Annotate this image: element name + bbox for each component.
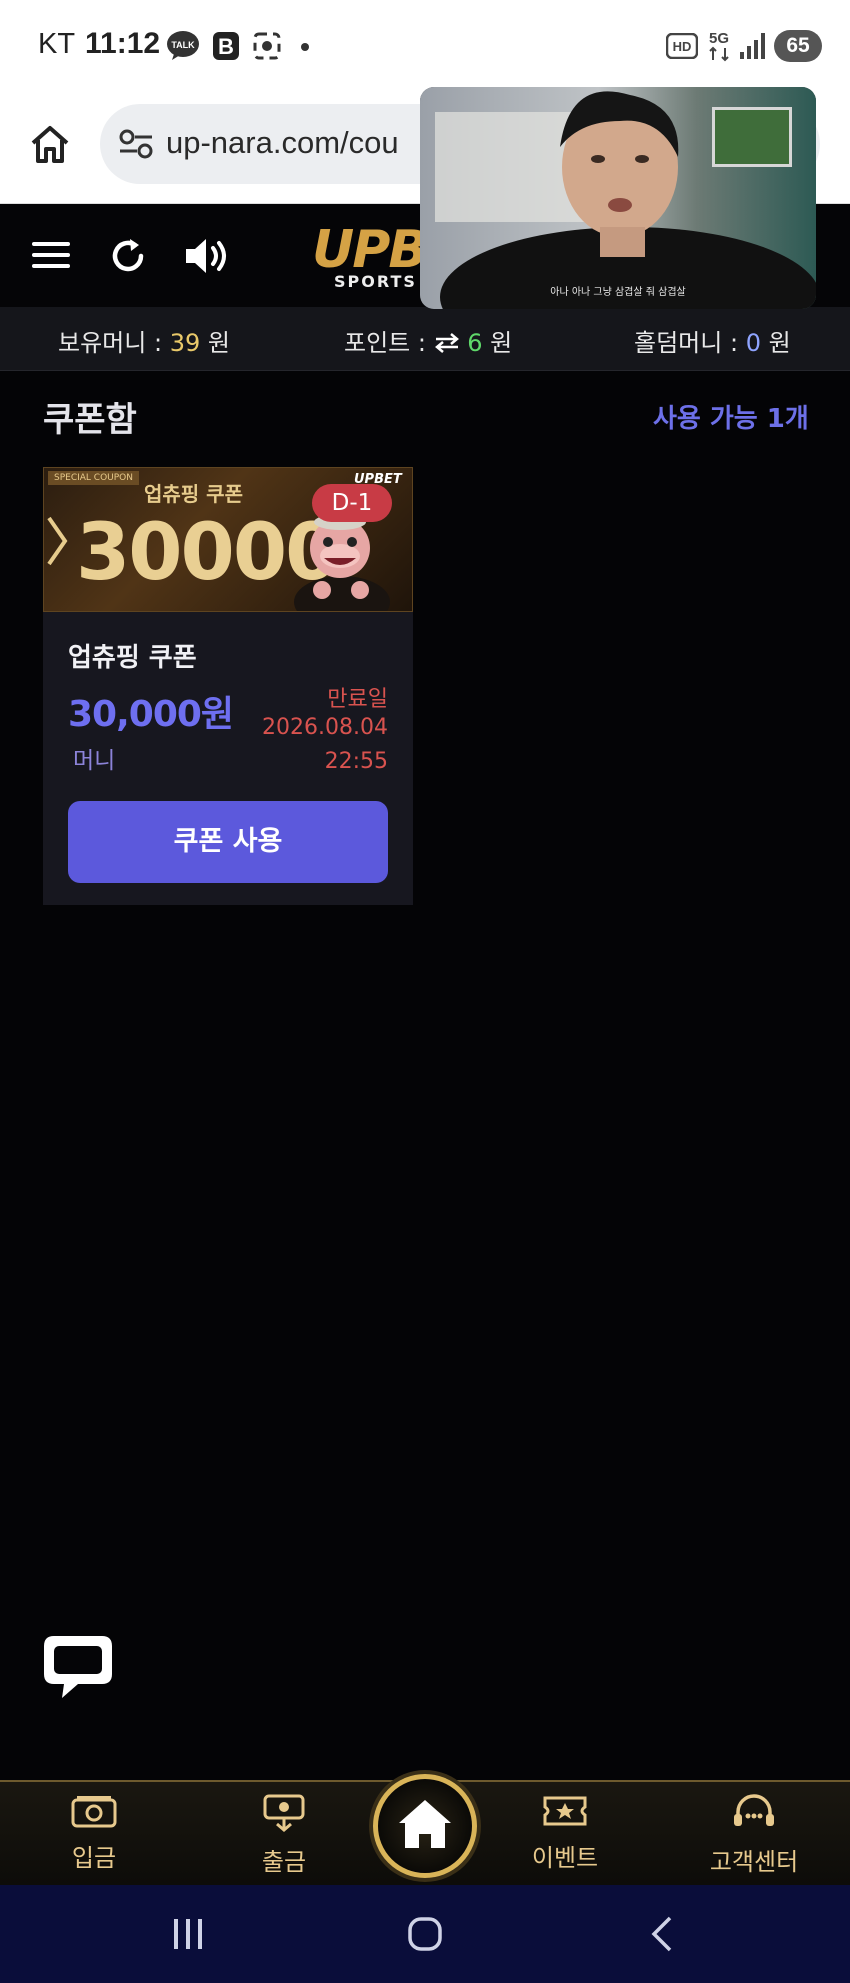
- points-value: 6: [467, 329, 483, 357]
- sound-icon[interactable]: [184, 234, 236, 278]
- holdem-value: 0: [745, 329, 761, 357]
- use-coupon-button[interactable]: 쿠폰 사용: [68, 801, 388, 883]
- android-home-icon[interactable]: [406, 1915, 444, 1953]
- balance-bar: 보유머니 : 39 원 포인트 : 6 원 홀덤머니 : 0 원: [0, 307, 850, 371]
- expiry-time: 22:55: [324, 749, 388, 774]
- chat-icon[interactable]: [40, 1632, 116, 1704]
- coupon-name: 업츄핑 쿠폰: [68, 643, 197, 673]
- nav-event[interactable]: 이벤트: [505, 1794, 625, 1873]
- refresh-icon[interactable]: [108, 236, 148, 276]
- banner-title: 업츄핑 쿠폰: [144, 482, 243, 506]
- chevron-right-icon: [47, 516, 68, 566]
- nav-deposit[interactable]: 입금: [34, 1794, 154, 1873]
- banner-tag: SPECIAL COUPON: [48, 471, 139, 485]
- site-logo[interactable]: UPB: [312, 220, 428, 280]
- points-balance[interactable]: 포인트 : 6 원: [344, 323, 512, 358]
- recent-apps-icon[interactable]: [170, 1915, 206, 1951]
- withdraw-icon: [263, 1794, 305, 1832]
- svg-text:TALK: TALK: [171, 40, 195, 50]
- carrier-label: KT: [38, 28, 76, 60]
- page-title: 쿠폰함: [43, 400, 137, 440]
- home-icon: [399, 1800, 451, 1848]
- video-subtitle: 아나 아나 그냥 삼겹살 줘 삼겹살: [550, 287, 686, 298]
- nav-deposit-label: 입금: [71, 1844, 117, 1872]
- support-headset-icon: [734, 1794, 774, 1826]
- menu-icon[interactable]: [32, 240, 72, 272]
- nav-home-button[interactable]: [373, 1774, 477, 1878]
- nav-event-label: 이벤트: [531, 1844, 599, 1872]
- svg-text:5G: 5G: [709, 30, 729, 47]
- money-label: 보유머니 :: [58, 329, 163, 357]
- money-unit: 원: [207, 329, 230, 357]
- dday-badge: D-1: [312, 484, 392, 522]
- deposit-icon: [71, 1796, 117, 1828]
- site-logo-subtitle: SPORTS: [334, 272, 417, 291]
- expiry-label: 만료일: [327, 687, 388, 712]
- site-settings-icon[interactable]: [118, 128, 154, 160]
- video-person: [440, 91, 816, 309]
- money-balance: 보유머니 : 39 원: [58, 323, 230, 358]
- url-text[interactable]: up-nara.com/cou: [166, 125, 399, 161]
- screenshot-icon: [253, 32, 281, 60]
- home-icon[interactable]: [28, 122, 72, 166]
- coupon-value: 30,000원: [68, 694, 234, 735]
- clock: 11:12: [85, 27, 161, 60]
- event-ticket-icon: [543, 1796, 587, 1826]
- expiry-date: 2026.08.04: [262, 715, 388, 740]
- available-count: 사용 가능 1개: [653, 404, 809, 434]
- signal-icon: [740, 33, 765, 59]
- coupon-type: 머니: [73, 748, 116, 774]
- holdem-unit: 원: [768, 329, 791, 357]
- holdem-balance: 홀덤머니 : 0 원: [634, 323, 791, 358]
- points-unit: 원: [490, 329, 513, 357]
- talk-icon: TALK: [167, 31, 199, 60]
- status-bar: KT 11:12 TALK B HD 5G 65: [0, 0, 850, 96]
- notification-dot-icon: [301, 43, 309, 51]
- nav-withdraw[interactable]: 출금: [224, 1794, 344, 1877]
- nav-support[interactable]: 고객센터: [694, 1794, 814, 1877]
- nav-withdraw-label: 출금: [261, 1848, 307, 1876]
- svg-text:B: B: [218, 34, 234, 59]
- coupon-banner: SPECIAL COUPON 업츄핑 쿠폰 30000 UPBET D-1: [43, 467, 413, 612]
- exchange-arrows-icon[interactable]: [434, 333, 460, 353]
- back-icon[interactable]: [648, 1915, 678, 1953]
- holdem-label: 홀덤머니 :: [634, 329, 739, 357]
- hd-icon: HD: [666, 33, 698, 59]
- battery-indicator: 65: [774, 30, 822, 62]
- money-value: 39: [169, 329, 201, 357]
- pip-video-overlay[interactable]: 아나 아나 그냥 삼겹살 줘 삼겹살: [420, 87, 816, 309]
- android-nav-bar: [0, 1885, 850, 1983]
- svg-text:HD: HD: [673, 39, 692, 54]
- 5g-icon: 5G: [709, 30, 729, 62]
- points-label: 포인트 :: [344, 329, 426, 357]
- nav-support-label: 고객센터: [709, 1848, 799, 1876]
- coupon-card: SPECIAL COUPON 업츄핑 쿠폰 30000 UPBET D-1 업츄…: [43, 467, 413, 905]
- b-app-icon: B: [213, 32, 239, 60]
